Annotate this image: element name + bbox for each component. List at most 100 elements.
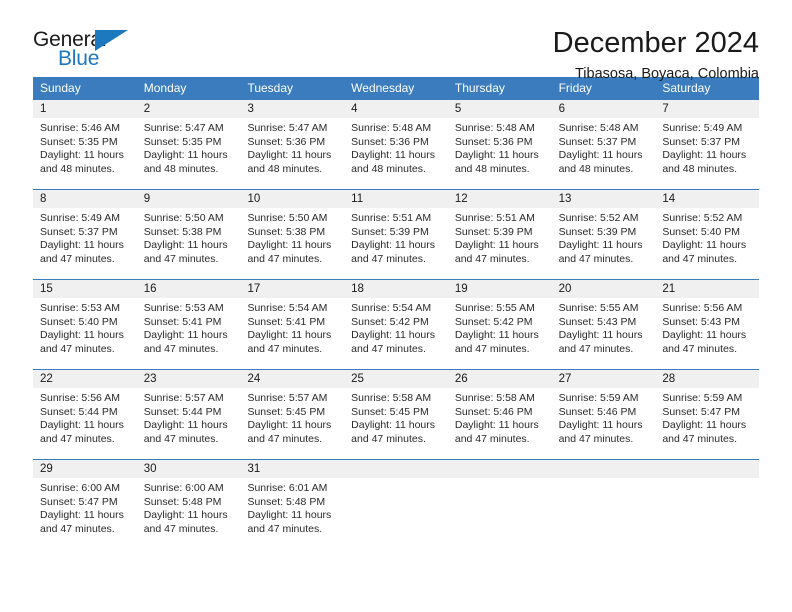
daylight-text: Daylight: 11 hours and 47 minutes.	[351, 239, 436, 265]
day-number: 25	[344, 370, 448, 388]
sunset-text: Sunset: 5:35 PM	[40, 135, 118, 148]
day-cell[interactable]: 11 Sunrise: 5:51 AM Sunset: 5:39 PM Dayl…	[344, 190, 448, 279]
day-cell[interactable]: 23 Sunrise: 5:57 AM Sunset: 5:44 PM Dayl…	[136, 370, 241, 459]
day-cell[interactable]: 24 Sunrise: 5:57 AM Sunset: 5:45 PM Dayl…	[240, 370, 345, 459]
sunrise-text: Sunrise: 6:00 AM	[143, 482, 224, 494]
daylight-text: Daylight: 11 hours and 47 minutes.	[454, 239, 539, 265]
weekday-header-friday: Friday	[558, 81, 592, 95]
day-number: 13	[551, 190, 656, 208]
day-cell[interactable]: 7 Sunrise: 5:49 AM Sunset: 5:37 PM Dayli…	[655, 100, 760, 189]
day-cell[interactable]: 4 Sunrise: 5:48 AM Sunset: 5:36 PM Dayli…	[344, 100, 448, 189]
day-details: Sunrise: 5:55 AM Sunset: 5:43 PM Dayligh…	[552, 298, 656, 356]
day-cell[interactable]: 19 Sunrise: 5:55 AM Sunset: 5:42 PM Dayl…	[447, 280, 552, 369]
sunrise-text: Sunrise: 5:51 AM	[454, 212, 535, 224]
sunrise-text: Sunrise: 5:51 AM	[351, 212, 432, 224]
day-details: Sunrise: 5:47 AM Sunset: 5:35 PM Dayligh…	[137, 118, 241, 176]
week-row: 8 Sunrise: 5:49 AM Sunset: 5:37 PM Dayli…	[33, 189, 760, 279]
day-number: 26	[447, 370, 552, 388]
day-details: Sunrise: 5:50 AM Sunset: 5:38 PM Dayligh…	[240, 208, 344, 266]
day-cell[interactable]: 5 Sunrise: 5:48 AM Sunset: 5:36 PM Dayli…	[447, 100, 552, 189]
weekday-header-tuesday: Tuesday	[247, 81, 294, 95]
day-number: 4	[344, 100, 448, 118]
sunset-text: Sunset: 5:46 PM	[454, 405, 533, 418]
day-cell-empty	[447, 460, 552, 549]
day-cell[interactable]: 6 Sunrise: 5:48 AM Sunset: 5:37 PM Dayli…	[551, 100, 656, 189]
day-cell[interactable]: 27 Sunrise: 5:59 AM Sunset: 5:46 PM Dayl…	[551, 370, 656, 459]
day-number: 22	[33, 370, 137, 388]
day-details: Sunrise: 5:52 AM Sunset: 5:40 PM Dayligh…	[655, 208, 759, 266]
day-cell[interactable]: 2 Sunrise: 5:47 AM Sunset: 5:35 PM Dayli…	[136, 100, 241, 189]
sunrise-text: Sunrise: 5:48 AM	[351, 122, 432, 134]
sunrise-text: Sunrise: 5:49 AM	[40, 212, 120, 224]
sunset-text: Sunset: 5:37 PM	[662, 135, 740, 148]
sunset-text: Sunset: 5:38 PM	[143, 225, 222, 238]
day-cell[interactable]: 10 Sunrise: 5:50 AM Sunset: 5:38 PM Dayl…	[240, 190, 345, 279]
day-cell[interactable]: 22 Sunrise: 5:56 AM Sunset: 5:44 PM Dayl…	[33, 370, 137, 459]
daylight-text: Daylight: 11 hours and 47 minutes.	[247, 509, 332, 535]
sunrise-text: Sunrise: 5:50 AM	[143, 212, 224, 224]
day-details: Sunrise: 5:53 AM Sunset: 5:41 PM Dayligh…	[137, 298, 241, 356]
day-cell[interactable]: 29 Sunrise: 6:00 AM Sunset: 5:47 PM Dayl…	[33, 460, 137, 549]
day-number	[447, 460, 552, 478]
daylight-text: Daylight: 11 hours and 48 minutes.	[247, 149, 332, 175]
day-details: Sunrise: 5:49 AM Sunset: 5:37 PM Dayligh…	[33, 208, 137, 266]
sunset-text: Sunset: 5:36 PM	[351, 135, 429, 148]
day-details: Sunrise: 5:47 AM Sunset: 5:36 PM Dayligh…	[240, 118, 344, 176]
day-cell[interactable]: 18 Sunrise: 5:54 AM Sunset: 5:42 PM Dayl…	[344, 280, 448, 369]
day-cell[interactable]: 21 Sunrise: 5:56 AM Sunset: 5:43 PM Dayl…	[655, 280, 760, 369]
sunrise-text: Sunrise: 5:47 AM	[247, 122, 328, 134]
title-block: December 2024 Tibasosa, Boyaca, Colombia	[553, 27, 759, 82]
daylight-text: Daylight: 11 hours and 47 minutes.	[662, 329, 747, 355]
day-cell[interactable]: 14 Sunrise: 5:52 AM Sunset: 5:40 PM Dayl…	[655, 190, 760, 279]
sunset-text: Sunset: 5:44 PM	[143, 405, 222, 418]
week-row: 15 Sunrise: 5:53 AM Sunset: 5:40 PM Dayl…	[33, 279, 760, 369]
day-cell[interactable]: 1 Sunrise: 5:46 AM Sunset: 5:35 PM Dayli…	[33, 100, 137, 189]
daylight-text: Daylight: 11 hours and 47 minutes.	[143, 239, 228, 265]
sunset-text: Sunset: 5:42 PM	[351, 315, 429, 328]
logo-text-blue: Blue	[58, 47, 100, 70]
day-cell[interactable]: 8 Sunrise: 5:49 AM Sunset: 5:37 PM Dayli…	[33, 190, 137, 279]
sunrise-text: Sunrise: 5:58 AM	[351, 392, 432, 404]
day-number: 1	[33, 100, 137, 118]
sunset-text: Sunset: 5:36 PM	[454, 135, 533, 148]
sunrise-text: Sunrise: 6:01 AM	[247, 482, 328, 494]
day-cell[interactable]: 28 Sunrise: 5:59 AM Sunset: 5:47 PM Dayl…	[655, 370, 760, 459]
day-number: 21	[655, 280, 760, 298]
sunset-text: Sunset: 5:41 PM	[143, 315, 222, 328]
daylight-text: Daylight: 11 hours and 48 minutes.	[143, 149, 228, 175]
day-details: Sunrise: 5:59 AM Sunset: 5:47 PM Dayligh…	[655, 388, 759, 446]
day-cell[interactable]: 3 Sunrise: 5:47 AM Sunset: 5:36 PM Dayli…	[240, 100, 345, 189]
day-cell[interactable]: 15 Sunrise: 5:53 AM Sunset: 5:40 PM Dayl…	[33, 280, 137, 369]
day-details: Sunrise: 5:48 AM Sunset: 5:36 PM Dayligh…	[344, 118, 448, 176]
sunrise-text: Sunrise: 5:47 AM	[143, 122, 224, 134]
day-number: 18	[344, 280, 448, 298]
day-cell[interactable]: 9 Sunrise: 5:50 AM Sunset: 5:38 PM Dayli…	[136, 190, 241, 279]
day-cell[interactable]: 26 Sunrise: 5:58 AM Sunset: 5:46 PM Dayl…	[447, 370, 552, 459]
day-cell[interactable]: 25 Sunrise: 5:58 AM Sunset: 5:45 PM Dayl…	[344, 370, 448, 459]
day-cell[interactable]: 31 Sunrise: 6:01 AM Sunset: 5:48 PM Dayl…	[240, 460, 345, 549]
day-cell[interactable]: 17 Sunrise: 5:54 AM Sunset: 5:41 PM Dayl…	[240, 280, 345, 369]
logo-triangle-icon	[95, 30, 128, 51]
weekday-header-monday: Monday	[143, 81, 187, 95]
weekday-header-row: Sunday Monday Tuesday Wednesday Thursday…	[33, 77, 759, 99]
day-cell[interactable]: 12 Sunrise: 5:51 AM Sunset: 5:39 PM Dayl…	[447, 190, 552, 279]
sunrise-text: Sunrise: 5:50 AM	[247, 212, 328, 224]
sunrise-text: Sunrise: 5:49 AM	[662, 122, 743, 134]
daylight-text: Daylight: 11 hours and 47 minutes.	[558, 239, 643, 265]
day-number: 19	[447, 280, 552, 298]
day-number: 9	[136, 190, 241, 208]
sunset-text: Sunset: 5:38 PM	[247, 225, 326, 238]
daylight-text: Daylight: 11 hours and 47 minutes.	[558, 419, 643, 445]
day-cell[interactable]: 16 Sunrise: 5:53 AM Sunset: 5:41 PM Dayl…	[136, 280, 241, 369]
sunset-text: Sunset: 5:35 PM	[143, 135, 222, 148]
sunset-text: Sunset: 5:39 PM	[351, 225, 429, 238]
day-number: 27	[551, 370, 656, 388]
daylight-text: Daylight: 11 hours and 47 minutes.	[143, 509, 228, 535]
sunset-text: Sunset: 5:42 PM	[454, 315, 533, 328]
sunset-text: Sunset: 5:40 PM	[662, 225, 740, 238]
day-cell[interactable]: 13 Sunrise: 5:52 AM Sunset: 5:39 PM Dayl…	[551, 190, 656, 279]
day-cell[interactable]: 20 Sunrise: 5:55 AM Sunset: 5:43 PM Dayl…	[551, 280, 656, 369]
day-details: Sunrise: 5:51 AM Sunset: 5:39 PM Dayligh…	[344, 208, 448, 266]
day-cell[interactable]: 30 Sunrise: 6:00 AM Sunset: 5:48 PM Dayl…	[136, 460, 241, 549]
day-details: Sunrise: 5:46 AM Sunset: 5:35 PM Dayligh…	[33, 118, 137, 176]
